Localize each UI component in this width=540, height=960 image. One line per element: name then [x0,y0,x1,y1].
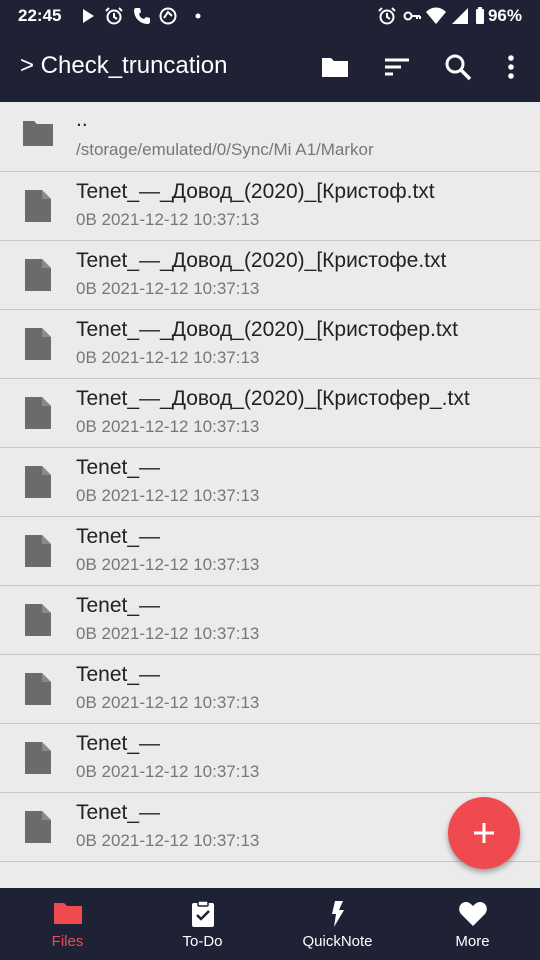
file-item[interactable]: Tenet_— 0B 2021-12-12 10:37:13 [0,448,540,517]
file-name: Tenet_—_Довод_(2020)_[Кристоф.txt [76,180,435,203]
status-bar: 22:45 96% [0,0,540,32]
file-meta: 0B 2021-12-12 10:37:13 [76,624,260,643]
file-meta: 0B 2021-12-12 10:37:13 [76,417,260,436]
parent-dir-path: /storage/emulated/0/Sync/Mi A1/Markor [76,140,374,159]
file-item[interactable]: Tenet_— 0B 2021-12-12 10:37:13 [0,655,540,724]
signal-icon [452,8,468,24]
file-meta: 0B 2021-12-12 10:37:13 [76,762,260,781]
file-name: Tenet_— [76,525,161,548]
file-icon [25,535,51,567]
file-meta: 0B 2021-12-12 10:37:13 [76,348,260,367]
nav-quicknote[interactable]: QuickNote [270,888,405,960]
file-item[interactable]: Tenet_—_Довод_(2020)_[Кристофер_.txt 0B … [0,379,540,448]
sort-icon[interactable] [381,51,413,83]
bottom-navigation: Files To-Do QuickNote More [0,888,540,960]
phone-icon [134,8,150,24]
folder-icon[interactable] [319,51,351,83]
page-title: > Check_truncation [20,52,228,79]
wifi-icon [426,7,446,24]
parent-dir-name: .. [76,108,88,131]
folder-icon [23,121,53,146]
status-time: 22:45 [18,6,62,25]
file-list[interactable]: .. /storage/emulated/0/Sync/Mi A1/Markor… [0,102,540,888]
overflow-menu-icon[interactable] [495,51,527,83]
nav-label: QuickNote [302,933,373,950]
alarm-icon [105,7,123,25]
file-name: Tenet_—_Довод_(2020)_[Кристофер_.txt [76,387,470,410]
vpn-key-icon [403,11,421,21]
file-name: Tenet_—_Довод_(2020)_[Кристофе.txt [76,249,447,272]
file-icon [25,328,51,360]
battery-percent: 96% [487,6,522,25]
file-meta: 0B 2021-12-12 10:37:13 [76,555,260,574]
file-icon [25,466,51,498]
file-icon [25,397,51,429]
file-icon [25,259,51,291]
app-bar: > Check_truncation [0,32,540,102]
file-item[interactable]: Tenet_— 0B 2021-12-12 10:37:13 [0,724,540,793]
file-name: Tenet_— [76,732,161,755]
file-meta: 0B 2021-12-12 10:37:13 [76,279,260,298]
play-icon [83,9,94,23]
clipboard-check-icon [192,900,214,927]
file-icon [25,811,51,843]
file-icon [25,742,51,774]
file-name: Tenet_— [76,801,161,824]
file-item[interactable]: Tenet_— 0B 2021-12-12 10:37:13 [0,517,540,586]
alarm-icon [378,7,396,25]
heart-icon [459,902,487,926]
file-name: Tenet_— [76,456,161,479]
file-icon [25,190,51,222]
file-meta: 0B 2021-12-12 10:37:13 [76,831,260,850]
plus-icon [474,823,494,843]
add-button[interactable] [448,797,520,869]
sync-icon [159,7,177,25]
nav-todo[interactable]: To-Do [135,888,270,960]
file-meta: 0B 2021-12-12 10:37:13 [76,486,260,505]
file-icon [25,673,51,705]
file-item[interactable]: Tenet_— 0B 2021-12-12 10:37:13 [0,586,540,655]
nav-label: Files [51,933,84,950]
file-meta: 0B 2021-12-12 10:37:13 [76,693,260,712]
nav-label: To-Do [182,933,223,950]
lightning-icon [332,901,344,927]
search-icon[interactable] [442,51,474,83]
file-item[interactable]: Tenet_—_Довод_(2020)_[Кристоф.txt 0B 202… [0,172,540,241]
file-item[interactable]: Tenet_—_Довод_(2020)_[Кристофе.txt 0B 20… [0,241,540,310]
file-name: Tenet_— [76,594,161,617]
file-meta: 0B 2021-12-12 10:37:13 [76,210,260,229]
file-item[interactable]: Tenet_—_Довод_(2020)_[Кристофер.txt 0B 2… [0,310,540,379]
file-icon [25,604,51,636]
nav-label: More [455,933,490,950]
file-name: Tenet_— [76,663,161,686]
nav-more[interactable]: More [405,888,540,960]
file-name: Tenet_—_Довод_(2020)_[Кристофер.txt [76,318,458,341]
nav-files[interactable]: Files [0,888,135,960]
parent-directory-item[interactable]: .. /storage/emulated/0/Sync/Mi A1/Markor [0,102,540,172]
dot-icon [195,13,201,19]
folder-icon [54,903,82,924]
